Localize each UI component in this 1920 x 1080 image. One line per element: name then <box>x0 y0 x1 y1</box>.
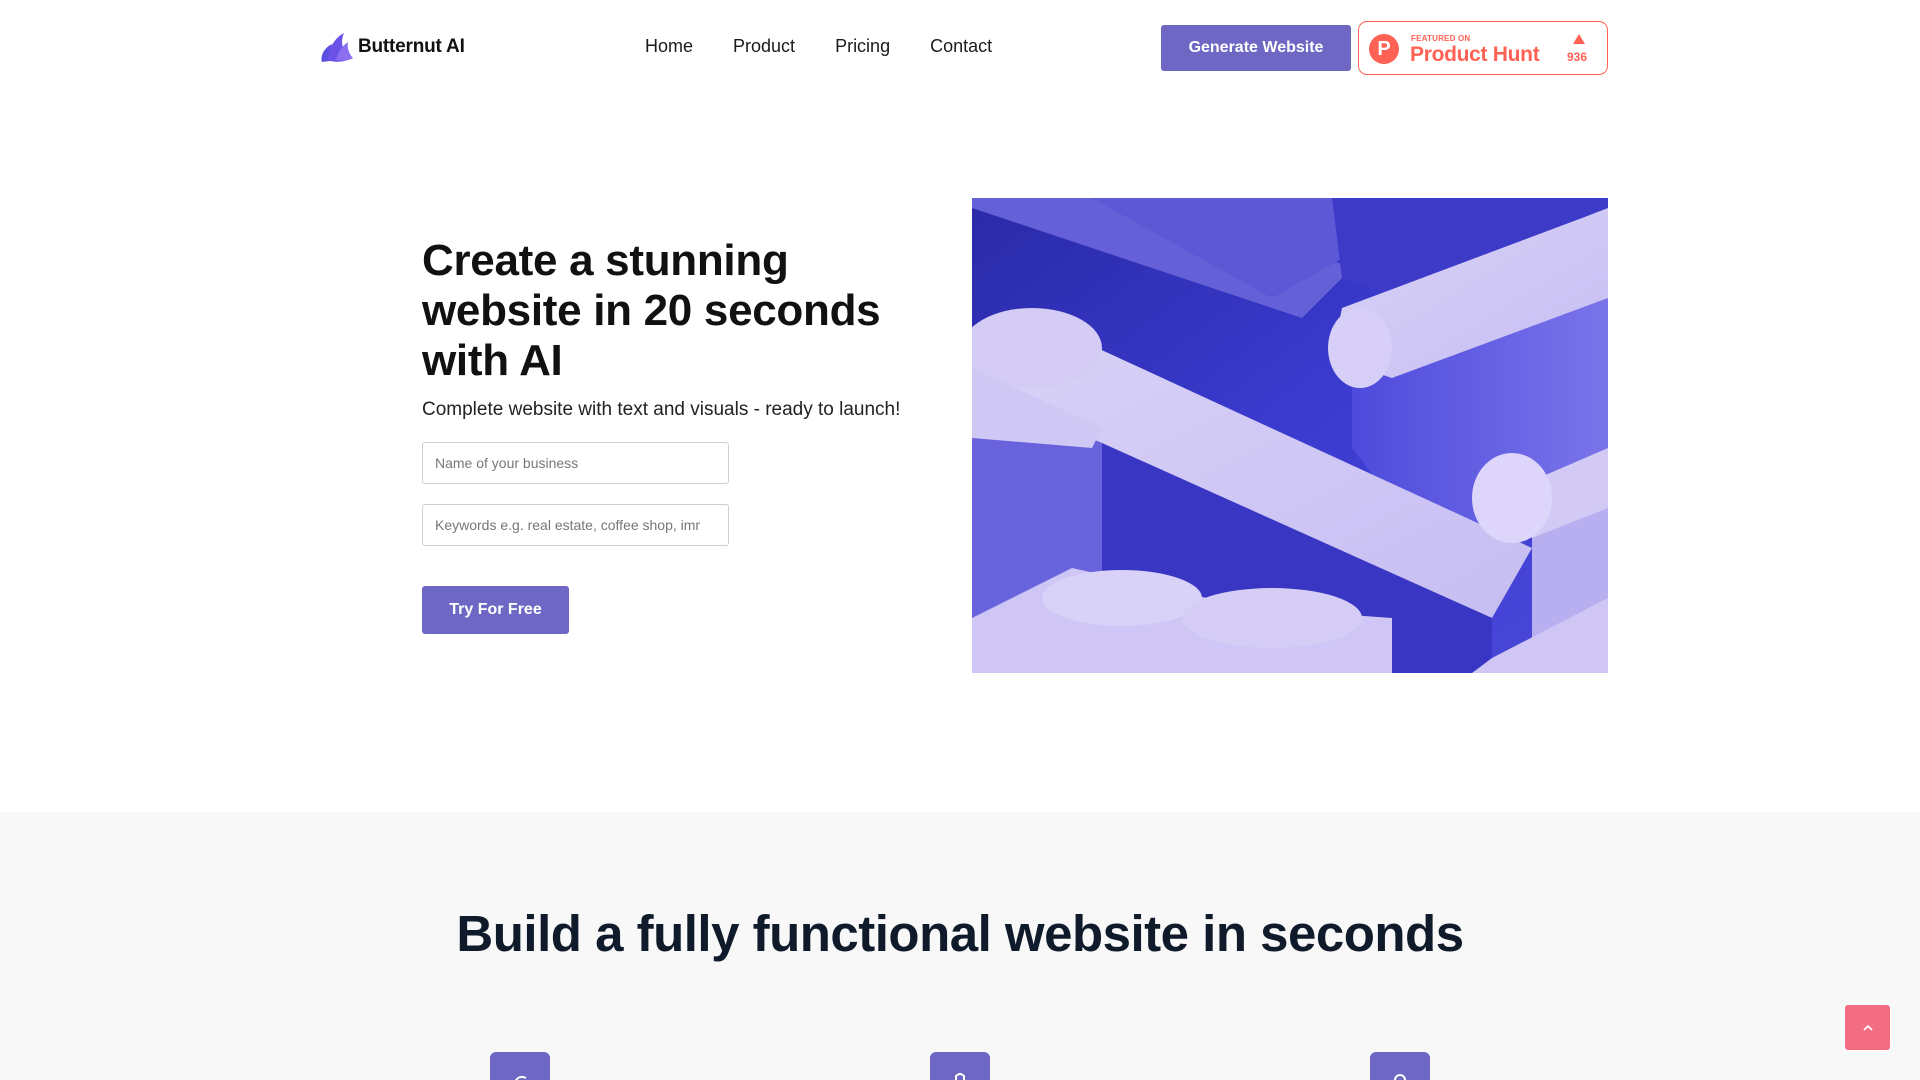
hero-subtitle: Complete website with text and visuals -… <box>422 399 901 420</box>
upvote-arrow-icon <box>1573 34 1585 44</box>
nav-home[interactable]: Home <box>645 36 693 57</box>
product-hunt-badge[interactable]: P FEATURED ON Product Hunt 936 <box>1358 21 1608 75</box>
feature-icon-2 <box>930 1052 990 1080</box>
feature-1-glyph-icon <box>514 1075 527 1080</box>
nav-pricing[interactable]: Pricing <box>835 36 890 57</box>
product-hunt-logo-icon: P <box>1369 34 1399 64</box>
feature-3-glyph-icon <box>1394 1074 1406 1080</box>
main-nav: Home Product Pricing Contact <box>645 36 992 57</box>
scroll-to-top-button[interactable] <box>1845 1005 1890 1050</box>
product-hunt-featured-label: FEATURED ON <box>1411 34 1471 43</box>
feature-icon-1 <box>490 1052 550 1080</box>
hero-title: Create a stunning website in 20 seconds … <box>422 236 881 385</box>
feature-2-glyph-icon <box>955 1073 965 1080</box>
business-name-input[interactable] <box>422 442 729 484</box>
chevron-up-icon <box>1862 1024 1873 1031</box>
brand-name: Butternut AI <box>358 36 465 57</box>
feature-icon-3 <box>1370 1052 1430 1080</box>
hero-image <box>972 198 1608 673</box>
keywords-input[interactable] <box>422 504 729 546</box>
butternut-logo-icon <box>321 33 353 62</box>
nav-product[interactable]: Product <box>733 36 795 57</box>
generate-website-button[interactable]: Generate Website <box>1161 25 1351 71</box>
product-hunt-upvote-count: 936 <box>1567 50 1588 64</box>
abstract-pills-illustration <box>972 198 1608 673</box>
brand-logo[interactable]: Butternut AI <box>318 30 465 64</box>
features-title: Build a fully functional website in seco… <box>456 905 1464 962</box>
nav-contact[interactable]: Contact <box>930 36 992 57</box>
features-section: Build a fully functional website in seco… <box>0 812 1920 1080</box>
try-for-free-button[interactable]: Try For Free <box>422 586 569 634</box>
site-header: Butternut AI Home Product Pricing Contac… <box>0 0 1920 96</box>
product-hunt-name: Product Hunt <box>1410 43 1540 66</box>
